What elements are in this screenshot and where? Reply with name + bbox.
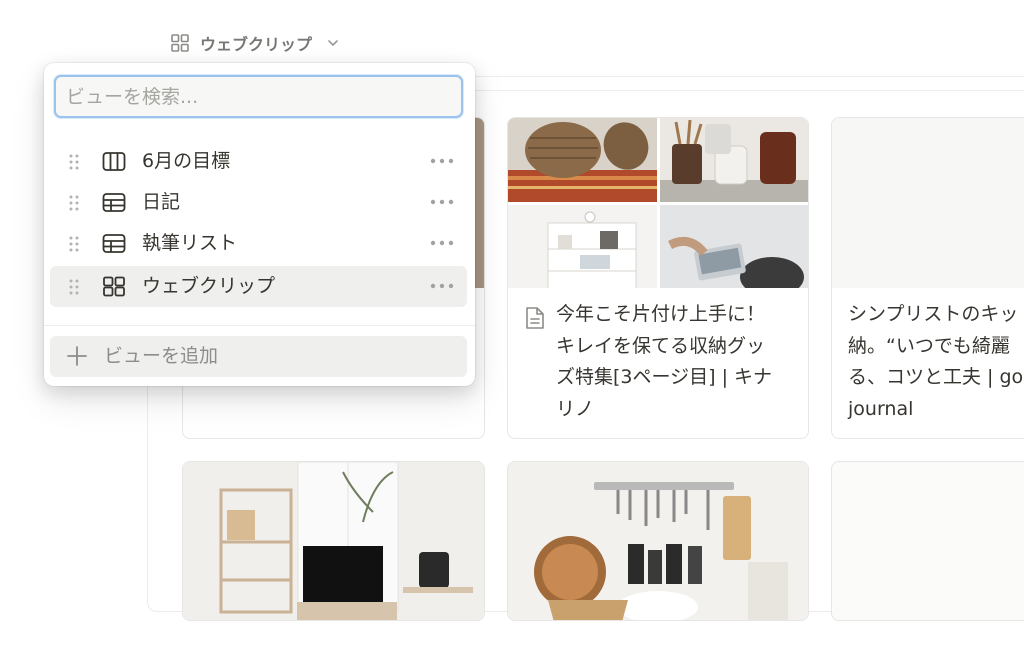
card-cover-image xyxy=(508,118,808,288)
table-icon xyxy=(102,193,126,212)
view-item-6gatsu-no-mokuhyo[interactable]: 6月の目標 xyxy=(50,141,467,182)
more-options-icon[interactable] xyxy=(430,199,454,205)
view-item-label: ウェブクリップ xyxy=(142,275,276,297)
gallery-card[interactable] xyxy=(507,461,809,621)
drag-handle-icon[interactable] xyxy=(68,154,80,170)
board-columns-icon xyxy=(102,152,126,171)
card-cover-empty xyxy=(832,118,1024,288)
gallery-grid-icon xyxy=(171,34,189,52)
gallery-card[interactable]: 今年こそ片付け上手に！ キレイを保てる収納グッ ズ特集[3ページ目] | キナ … xyxy=(507,117,809,439)
chevron-down-icon xyxy=(328,40,338,46)
view-search-box xyxy=(54,75,463,118)
card-title: シンプリストのキッ 納。“いつでも綺麗 る、コツと工夫 | go journal xyxy=(848,303,1024,420)
drag-handle-icon[interactable] xyxy=(68,279,80,295)
drag-handle-icon[interactable] xyxy=(68,195,80,211)
view-item-web-clip[interactable]: ウェブクリップ xyxy=(50,266,467,307)
popover-divider xyxy=(44,325,475,326)
view-selector[interactable]: ウェブクリップ xyxy=(170,30,340,56)
header-divider xyxy=(470,76,1024,77)
more-options-icon[interactable] xyxy=(430,240,454,246)
gallery-card[interactable]: シンプリストのキッ 納。“いつでも綺麗 る、コツと工夫 | go journal xyxy=(831,117,1024,439)
plus-icon xyxy=(67,346,87,366)
table-icon xyxy=(102,234,126,253)
more-options-icon[interactable] xyxy=(430,283,454,289)
card-title: 今年こそ片付け上手に！ キレイを保てる収納グッ ズ特集[3ページ目] | キナ … xyxy=(556,303,773,420)
view-item-label: 執筆リスト xyxy=(142,232,238,254)
current-view-label: ウェブクリップ xyxy=(200,35,313,54)
document-icon xyxy=(526,307,544,329)
view-item-label: 日記 xyxy=(142,191,181,213)
gallery-card[interactable] xyxy=(182,461,485,621)
more-options-icon[interactable] xyxy=(430,158,454,164)
view-item-shippitsu-list[interactable]: 執筆リスト xyxy=(50,223,467,264)
view-search-input[interactable] xyxy=(56,77,461,116)
card-cover-image xyxy=(508,462,808,620)
gallery-card[interactable] xyxy=(831,461,1024,621)
add-view-label: ビューを追加 xyxy=(104,345,219,367)
view-item-label: 6月の目標 xyxy=(142,150,231,172)
drag-handle-icon[interactable] xyxy=(68,236,80,252)
gallery-grid-icon xyxy=(103,276,125,297)
add-view-button[interactable]: ビューを追加 xyxy=(50,336,467,377)
view-switcher-popover: 6月の目標 日記 xyxy=(44,63,475,386)
view-item-nikki[interactable]: 日記 xyxy=(50,182,467,223)
card-cover-image xyxy=(183,462,484,620)
